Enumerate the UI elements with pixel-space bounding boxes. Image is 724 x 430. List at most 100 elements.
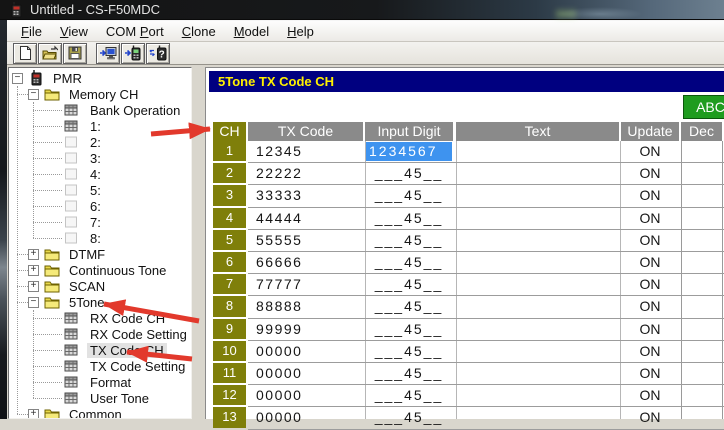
update-cell[interactable]: ON (621, 230, 679, 251)
row-header-ch[interactable]: 4 (213, 208, 246, 228)
dec-cell[interactable] (681, 163, 722, 184)
input-digit-cell[interactable]: ___45__ (366, 230, 452, 251)
dec-cell[interactable] (681, 385, 722, 406)
input-digit-cell[interactable]: ___45__ (366, 319, 452, 340)
tx-code-cell[interactable]: 22222 (248, 163, 363, 184)
row-header-ch[interactable]: 7 (213, 274, 246, 294)
text-cell[interactable] (456, 230, 619, 251)
row-header-ch[interactable]: 8 (213, 296, 246, 316)
update-cell[interactable]: ON (621, 274, 679, 295)
menu-clone[interactable]: Clone (173, 22, 225, 41)
menu-com-port[interactable]: COM Port (97, 22, 173, 41)
abc-toggle-button[interactable]: ABC (683, 95, 724, 119)
row-header-ch[interactable]: 1 (213, 141, 246, 161)
tx-code-cell[interactable]: 00000 (248, 407, 363, 428)
update-cell[interactable]: ON (621, 296, 679, 317)
tx-code-cell[interactable]: 00000 (248, 363, 363, 384)
text-cell[interactable] (456, 208, 619, 229)
text-cell[interactable] (456, 385, 619, 406)
dec-cell[interactable] (681, 208, 722, 229)
input-digit-cell[interactable]: ___45__ (366, 407, 452, 428)
tree-item-common[interactable]: + Common (9, 406, 191, 419)
tx-code-cell[interactable]: 00000 (248, 385, 363, 406)
clone-read-button[interactable] (96, 43, 120, 64)
menu-file[interactable]: File (12, 22, 51, 41)
input-digit-cell[interactable]: 1234567 (366, 142, 452, 161)
text-cell[interactable] (456, 274, 619, 295)
tree-expand-toggle[interactable]: + (28, 281, 39, 292)
dec-cell[interactable] (681, 296, 722, 317)
row-header-ch[interactable]: 5 (213, 230, 246, 250)
tree-item-user-tone[interactable]: User Tone (9, 390, 191, 406)
dec-cell[interactable] (681, 274, 722, 295)
update-cell[interactable]: ON (621, 141, 679, 162)
row-header-ch[interactable]: 10 (213, 341, 246, 361)
tree-item-5[interactable]: 5: (9, 182, 191, 198)
save-button[interactable] (63, 43, 87, 64)
row-header-ch[interactable]: 6 (213, 252, 246, 272)
update-cell[interactable]: ON (621, 252, 679, 273)
tree-item-format[interactable]: Format (9, 374, 191, 390)
text-cell[interactable] (456, 407, 619, 428)
tx-code-cell[interactable]: 33333 (248, 185, 363, 206)
input-digit-cell[interactable]: ___45__ (366, 163, 452, 184)
input-digit-cell[interactable]: ___45__ (366, 363, 452, 384)
update-cell[interactable]: ON (621, 319, 679, 340)
input-digit-cell[interactable]: ___45__ (366, 385, 452, 406)
text-cell[interactable] (456, 141, 619, 162)
row-header-ch[interactable]: 2 (213, 163, 246, 183)
input-digit-cell[interactable]: ___45__ (366, 296, 452, 317)
clone-write-button[interactable] (121, 43, 145, 64)
text-cell[interactable] (456, 163, 619, 184)
row-header-ch[interactable]: 9 (213, 319, 246, 339)
tree-item-7[interactable]: 7: (9, 214, 191, 230)
tree-item-pmr[interactable]: − PMR (9, 70, 191, 86)
update-cell[interactable]: ON (621, 341, 679, 362)
tx-code-cell[interactable]: 12345 (248, 141, 363, 162)
text-cell[interactable] (456, 252, 619, 273)
tree-expand-toggle[interactable]: − (12, 73, 23, 84)
text-cell[interactable] (456, 341, 619, 362)
tree-expand-toggle[interactable]: − (28, 297, 39, 308)
input-digit-cell[interactable]: ___45__ (366, 341, 452, 362)
tx-code-cell[interactable]: 99999 (248, 319, 363, 340)
dec-cell[interactable] (681, 141, 722, 162)
menu-help[interactable]: Help (278, 22, 323, 41)
row-header-ch[interactable]: 12 (213, 385, 246, 405)
tx-code-cell[interactable]: 44444 (248, 208, 363, 229)
tx-code-cell[interactable]: 66666 (248, 252, 363, 273)
update-cell[interactable]: ON (621, 385, 679, 406)
tree-item-memory-ch[interactable]: − Memory CH (9, 86, 191, 102)
update-cell[interactable]: ON (621, 185, 679, 206)
menu-model[interactable]: Model (225, 22, 278, 41)
tree-expand-toggle[interactable]: + (28, 265, 39, 276)
tree-expand-toggle[interactable]: + (28, 409, 39, 419)
tx-code-cell[interactable]: 55555 (248, 230, 363, 251)
tree-item-6[interactable]: 6: (9, 198, 191, 214)
text-cell[interactable] (456, 363, 619, 384)
tree-item-1[interactable]: 1: (9, 118, 191, 134)
dec-cell[interactable] (681, 407, 722, 428)
tree-item-dtmf[interactable]: + DTMF (9, 246, 191, 262)
tree-item-rx-code-ch[interactable]: RX Code CH (9, 310, 191, 326)
tree-expand-toggle[interactable]: + (28, 249, 39, 260)
row-header-ch[interactable]: 11 (213, 363, 246, 383)
text-cell[interactable] (456, 296, 619, 317)
dec-cell[interactable] (681, 185, 722, 206)
tree-item-8[interactable]: 8: (9, 230, 191, 246)
row-header-ch[interactable]: 3 (213, 185, 246, 205)
update-cell[interactable]: ON (621, 208, 679, 229)
tree-item-rx-code-setting[interactable]: RX Code Setting (9, 326, 191, 342)
tree-item-bank-operation[interactable]: Bank Operation (9, 102, 191, 118)
clone-info-button[interactable]: ? (146, 43, 170, 64)
new-button[interactable] (13, 43, 37, 64)
tx-code-cell[interactable]: 77777 (248, 274, 363, 295)
row-header-ch[interactable]: 13 (213, 407, 246, 427)
tree-item-tx-code-setting[interactable]: TX Code Setting (9, 358, 191, 374)
dec-cell[interactable] (681, 363, 722, 384)
tree-item-tx-code-ch[interactable]: TX Code CH (9, 342, 191, 358)
tree-item-2[interactable]: 2: (9, 134, 191, 150)
app-icon[interactable] (8, 2, 24, 18)
dec-cell[interactable] (681, 230, 722, 251)
tree-expand-toggle[interactable]: − (28, 89, 39, 100)
